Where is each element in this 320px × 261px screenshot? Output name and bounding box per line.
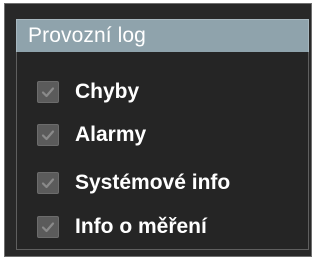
checkmark-icon: [41, 222, 55, 233]
alarms-label: Alarmy: [75, 123, 147, 146]
checkmark-icon: [41, 87, 55, 98]
checkbox-row-system-info[interactable]: Systémové info: [37, 170, 230, 196]
measurement-info-checkbox[interactable]: [37, 216, 59, 238]
system-info-checkbox[interactable]: [37, 172, 59, 194]
measurement-info-label: Info o měření: [75, 215, 207, 238]
operation-log-panel: Provozní log Chyby Alarmy Systémové info…: [4, 3, 312, 257]
panel-title: Provozní log: [28, 24, 146, 47]
errors-checkbox[interactable]: [37, 81, 59, 103]
checkbox-row-measurement-info[interactable]: Info o měření: [37, 214, 207, 240]
alarms-checkbox[interactable]: [37, 124, 59, 146]
checkmark-icon: [41, 130, 55, 141]
checkbox-row-alarms[interactable]: Alarmy: [37, 122, 146, 148]
panel-header: Provozní log: [16, 19, 309, 53]
errors-label: Chyby: [75, 80, 140, 103]
checkbox-row-errors[interactable]: Chyby: [37, 79, 139, 105]
checkmark-icon: [41, 178, 55, 189]
panel-body: Chyby Alarmy Systémové info Info o měřen…: [16, 52, 309, 250]
system-info-label: Systémové info: [75, 171, 231, 194]
